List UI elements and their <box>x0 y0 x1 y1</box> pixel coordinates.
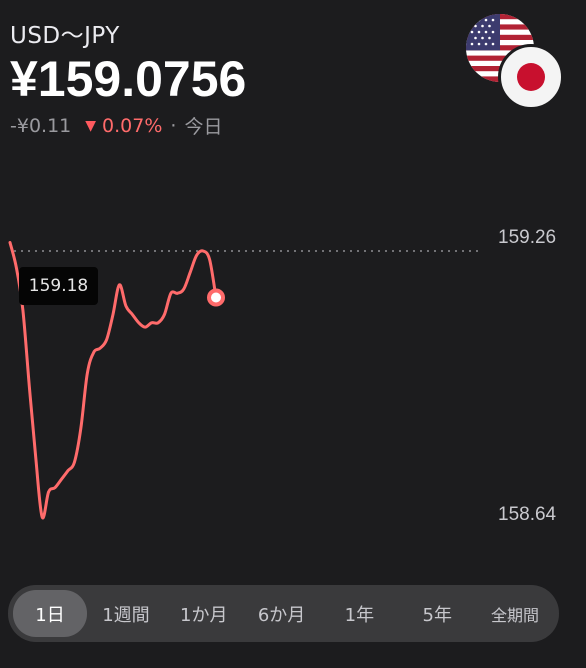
y-tick-low: 158.64 <box>498 504 557 525</box>
change-period: 今日 <box>184 116 223 138</box>
jp-flag-icon <box>498 44 564 110</box>
time-range-selector: 1日 1週間 1か月 6か月 1年 5年 全期間 <box>8 585 559 642</box>
range-tab-1d[interactable]: 1日 <box>13 590 87 637</box>
separator-dot: · <box>170 114 177 137</box>
jp-flag-sun <box>517 63 545 91</box>
range-tab-1y[interactable]: 1年 <box>320 590 398 637</box>
current-price: ¥159.0756 <box>10 51 247 107</box>
down-arrow-icon: ▼ <box>85 117 97 134</box>
current-price-marker <box>207 288 225 307</box>
range-tab-1w[interactable]: 1週間 <box>87 590 165 637</box>
price-tooltip: 159.18 <box>19 267 98 305</box>
stock-detail-screen: 159.26 158.64 USD〜JPY ¥159.0756 -¥0.11 ▼… <box>0 0 586 668</box>
price-change-row: -¥0.11 ▼ 0.07% · 今日 <box>10 112 222 139</box>
range-tab-1m[interactable]: 1か月 <box>165 590 243 637</box>
range-tab-all[interactable]: 全期間 <box>476 590 554 637</box>
change-absolute: -¥0.11 <box>10 114 72 137</box>
range-tab-5y[interactable]: 5年 <box>398 590 476 637</box>
range-tab-6m[interactable]: 6か月 <box>243 590 321 637</box>
currency-pair-title: USD〜JPY <box>10 23 120 49</box>
y-tick-high: 159.26 <box>498 227 556 248</box>
change-percent: 0.07% <box>102 114 163 137</box>
